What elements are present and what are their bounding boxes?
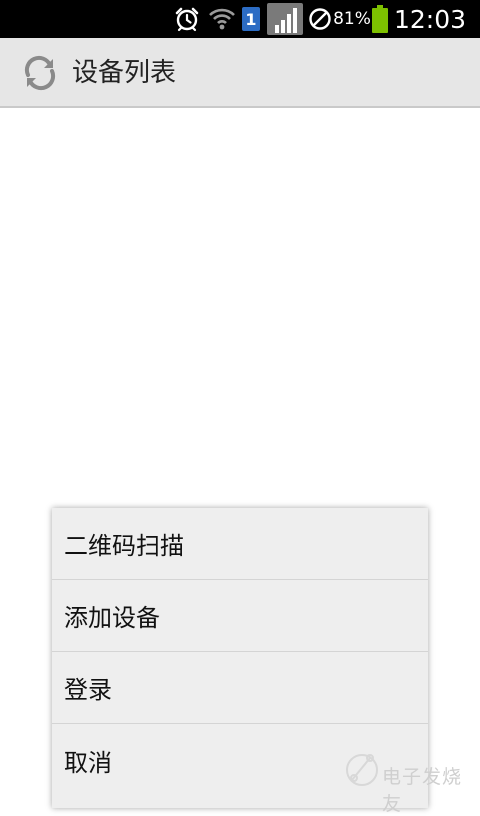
menu-item-label: 添加设备 (64, 604, 160, 632)
wifi-icon (206, 0, 238, 38)
menu-item-label: 取消 (64, 748, 112, 777)
page-title: 设备列表 (72, 58, 177, 88)
battery-icon (370, 0, 390, 38)
clock-time: 12:03 (394, 4, 467, 34)
action-bar: 设备列表 (0, 38, 480, 108)
refresh-icon (24, 55, 56, 91)
refresh-button[interactable] (18, 52, 62, 94)
sim-slot-number: 1 (242, 7, 260, 31)
sim-card-icon: 1 (240, 0, 262, 38)
menu-item-cancel[interactable]: 取消 (52, 724, 428, 796)
menu-item-label: 二维码扫描 (64, 532, 184, 560)
menu-item-qr-scan[interactable]: 二维码扫描 (52, 508, 428, 580)
menu-item-add-device[interactable]: 添加设备 (52, 580, 428, 652)
menu-item-label: 登录 (64, 676, 112, 704)
alarm-icon (172, 0, 202, 38)
battery-percent: 81% (333, 9, 371, 29)
signal-icon (266, 0, 304, 38)
no-sync-icon (306, 0, 334, 38)
status-bar: 1 81% 12:03 (0, 0, 480, 38)
menu-item-login[interactable]: 登录 (52, 652, 428, 724)
popup-menu: 二维码扫描 添加设备 登录 取消 (52, 508, 428, 808)
